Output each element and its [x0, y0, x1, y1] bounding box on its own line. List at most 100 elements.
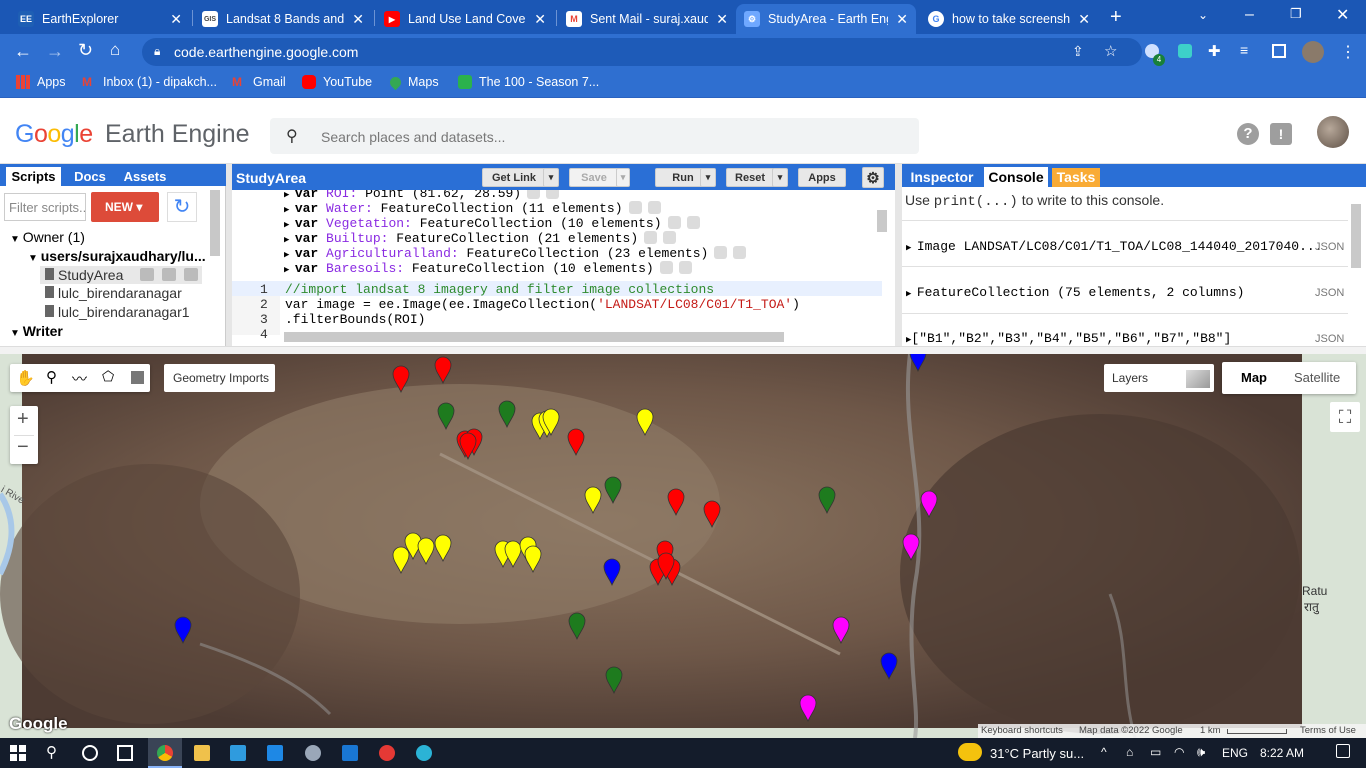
bookmark-apps[interactable]: Apps [16, 75, 66, 89]
fullscreen-icon[interactable]: ⛶ [1330, 402, 1360, 432]
panel-resizer[interactable] [895, 164, 902, 346]
blue-map-marker[interactable] [880, 652, 898, 681]
extension-icon[interactable] [1178, 44, 1192, 58]
gear-icon[interactable] [667, 216, 681, 229]
network-icon[interactable]: ⌂ [1126, 745, 1133, 759]
repo-folder[interactable]: ▼ users/surajxaudhary/lu... [28, 248, 206, 264]
script-item-studyarea[interactable]: StudyArea [40, 266, 202, 284]
json-link[interactable]: JSON [1315, 333, 1344, 345]
cortana-icon[interactable] [82, 745, 98, 761]
code-line[interactable]: .filterBounds(ROI) [285, 312, 425, 327]
target-icon[interactable] [686, 216, 700, 229]
green-map-marker[interactable] [604, 476, 622, 505]
polygon-draw-icon[interactable]: ⬠ [102, 368, 114, 385]
close-tab-icon[interactable]: ✕ [896, 11, 908, 28]
gear-icon[interactable] [644, 231, 658, 244]
reload-icon[interactable]: ↻ [78, 40, 93, 61]
app-icon[interactable] [342, 745, 358, 761]
console-entry[interactable]: ▶["B1","B2","B3","B4","B5","B6","B7","B8… [906, 331, 1231, 346]
geometry-imports-button[interactable]: Geometry Imports [164, 364, 275, 392]
filter-scripts-input[interactable]: Filter scripts... [4, 193, 86, 221]
zoom-out-button[interactable]: − [17, 436, 29, 459]
yellow-map-marker[interactable] [524, 545, 542, 574]
pan-hand-icon[interactable]: ✋ [16, 369, 35, 387]
import-roi[interactable]: ▶ var ROI: Point (81.62, 28.59) [284, 190, 560, 201]
green-map-marker[interactable] [605, 666, 623, 695]
blue-map-marker[interactable] [603, 558, 621, 587]
save-button[interactable]: Save [569, 168, 619, 187]
reading-list-icon[interactable]: ≡ [1240, 42, 1248, 58]
target-icon[interactable] [678, 261, 692, 274]
json-link[interactable]: JSON [1315, 287, 1344, 299]
bookmark-the100[interactable]: The 100 - Season 7... [458, 75, 599, 89]
map-canvas[interactable]: ✋ ⚲ 〰 ⬠ Geometry Imports Layers Map Sate… [0, 354, 1366, 738]
opera-icon[interactable] [379, 745, 395, 761]
yellow-map-marker[interactable] [392, 546, 410, 575]
red-map-marker[interactable] [434, 356, 452, 385]
red-map-marker[interactable] [567, 428, 585, 457]
line-draw-icon[interactable]: 〰 [72, 368, 87, 389]
script-item[interactable]: lulc_birendaranagar [40, 285, 182, 301]
save-dropdown[interactable]: ▾ [616, 168, 630, 187]
red-map-marker[interactable] [392, 365, 410, 394]
gear-icon[interactable] [527, 190, 541, 199]
chevron-up-icon[interactable]: ^ [1101, 745, 1107, 759]
restore-icon[interactable]: ❐ [1290, 6, 1302, 22]
history-icon[interactable] [140, 268, 154, 281]
notifications-icon[interactable] [1336, 744, 1350, 758]
puzzle-icon[interactable]: ✚ [1208, 42, 1221, 60]
bookmark-inbox[interactable]: M Inbox (1) - dipakch... [82, 75, 217, 89]
keyboard-shortcuts-link[interactable]: Keyboard shortcuts [981, 725, 1063, 736]
import-water[interactable]: ▶ var Water: FeatureCollection (11 eleme… [284, 201, 661, 216]
json-link[interactable]: JSON [1315, 241, 1344, 253]
reset-button[interactable]: Reset [726, 168, 774, 187]
code-line[interactable]: //import landsat 8 imagery and filter im… [285, 282, 714, 297]
get-link-button[interactable]: Get Link [482, 168, 546, 187]
script-item[interactable]: lulc_birendaranagar1 [40, 304, 190, 320]
tab-scripts[interactable]: Scripts [6, 167, 61, 186]
magenta-map-marker[interactable] [902, 533, 920, 562]
bookmark-gmail[interactable]: M Gmail [232, 75, 286, 89]
red-map-marker[interactable] [459, 432, 477, 461]
edit-icon[interactable] [162, 268, 176, 281]
help-icon[interactable]: ? [1237, 123, 1259, 145]
target-icon[interactable] [663, 231, 677, 244]
yellow-map-marker[interactable] [542, 408, 560, 437]
home-icon[interactable]: ⌂ [110, 40, 120, 60]
tab-tasks[interactable]: Tasks [1052, 168, 1100, 187]
console-entry[interactable]: ▶ Image LANDSAT/LC08/C01/T1_TOA/LC08_144… [906, 239, 1323, 254]
code-line[interactable]: var image = ee.Image(ee.ImageCollection(… [285, 297, 800, 312]
bookmark-youtube[interactable]: YouTube [302, 75, 372, 89]
target-icon[interactable] [647, 201, 661, 214]
browser-tab[interactable]: EE EarthExplorer ✕ [10, 4, 190, 34]
chrome-taskbar-item[interactable] [148, 738, 182, 768]
red-map-marker[interactable] [657, 552, 675, 581]
delete-icon[interactable] [184, 268, 198, 281]
battery-icon[interactable]: ▭ [1150, 745, 1161, 759]
windows-start-icon[interactable] [10, 745, 26, 761]
get-link-dropdown[interactable]: ▾ [543, 168, 559, 187]
account-avatar[interactable] [1317, 116, 1349, 148]
tab-search-icon[interactable]: ⌄ [1198, 8, 1208, 22]
mail-icon[interactable] [267, 745, 283, 761]
import-baresoils[interactable]: ▶ var Baresoils: FeatureCollection (10 e… [284, 261, 692, 276]
rectangle-draw-icon[interactable] [131, 371, 144, 384]
layers-button[interactable]: Layers [1104, 364, 1214, 392]
tab-docs[interactable]: Docs [70, 167, 110, 186]
minimize-icon[interactable]: – [1245, 6, 1254, 24]
target-icon[interactable] [546, 190, 560, 199]
yellow-map-marker[interactable] [417, 537, 435, 566]
owner-group[interactable]: ▼ Owner (1) [10, 229, 85, 245]
terms-link[interactable]: Terms of Use [1300, 725, 1356, 736]
horizontal-scrollbar[interactable] [284, 332, 784, 342]
bookmark-star-icon[interactable]: ☆ [1104, 42, 1117, 60]
browser-tab[interactable]: M Sent Mail - suraj.xaudh ✕ [558, 4, 736, 34]
close-tab-icon[interactable]: ✕ [1078, 11, 1090, 28]
gear-icon[interactable] [714, 246, 728, 259]
store-icon[interactable] [230, 745, 246, 761]
green-map-marker[interactable] [568, 612, 586, 641]
search-box[interactable]: ⚲ Search places and datasets... [270, 118, 919, 154]
menu-icon[interactable]: ⋮ [1340, 42, 1356, 62]
close-tab-icon[interactable]: ✕ [534, 11, 546, 28]
scrollbar[interactable] [210, 190, 220, 256]
